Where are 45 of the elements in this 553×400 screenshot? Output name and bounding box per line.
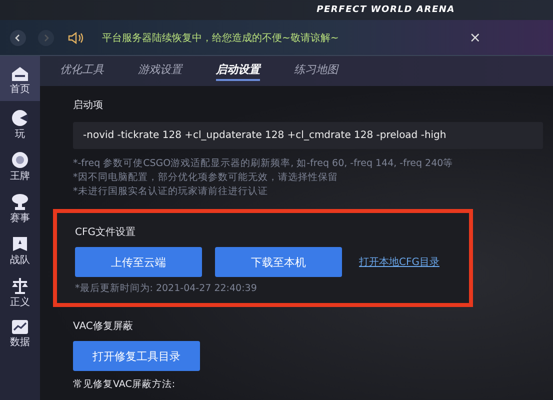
sidebar-item[interactable]: 赛事	[0, 187, 40, 227]
chart-icon	[11, 319, 29, 335]
tab[interactable]: 优化工具	[60, 62, 104, 80]
launch-options-field[interactable]: -novid -tickrate 128 +cl_updaterate 128 +cl_cmdrate 128 -preload -high	[73, 122, 543, 149]
sidebar-item[interactable]: 玩	[0, 103, 40, 143]
notice-message: 平台服务器陆续恢复中，给您造成的不便~敬请谅解~	[102, 32, 340, 44]
tab[interactable]: 练习地图	[294, 62, 338, 80]
tab[interactable]: 启动设置	[216, 62, 260, 80]
sidebar-item[interactable]: 战队	[0, 229, 40, 269]
subtitle-text: 常见修复VAC屏蔽方法:	[73, 378, 176, 391]
chevron-left-icon	[14, 34, 22, 42]
note-text: *因不同电脑配置，部分优化项参数可能无效，请选择性保留	[73, 171, 339, 185]
sidebar-item[interactable]: 首页	[0, 56, 40, 101]
sidebar-label: 玩	[15, 129, 25, 140]
section-title: VAC修复屏蔽	[73, 320, 134, 333]
note-text: *-freq 参数可使CSGO游戏适配显示器的刷新频率, 如-freq 60, -freq 144, -freq 240等	[73, 157, 454, 171]
sidebar-item[interactable]: 数据	[0, 313, 40, 351]
trophy-icon	[11, 193, 29, 211]
sidebar-item[interactable]: 正义	[0, 271, 40, 311]
action-button[interactable]: 下载至本机	[215, 247, 342, 277]
scale-icon	[11, 277, 29, 295]
chevron-right-icon	[42, 34, 50, 42]
sidebar-label: 赛事	[10, 213, 30, 224]
ace-icon	[11, 151, 29, 169]
section-title: CFG文件设置	[75, 226, 136, 239]
team-icon	[11, 235, 29, 253]
action-button[interactable]: 上传至云端	[75, 247, 202, 277]
open-folder-button[interactable]: 打开修复工具目录	[73, 341, 200, 371]
section-title: 启动项	[73, 98, 104, 112]
play-icon	[11, 109, 29, 127]
back-button[interactable]	[10, 30, 26, 46]
folder-link[interactable]: 打开本地CFG目录	[359, 255, 440, 269]
sidebar-label: 王牌	[10, 171, 30, 182]
sidebar-label: 数据	[10, 337, 30, 348]
sidebar-label: 正义	[10, 297, 30, 308]
close-button[interactable]: ×	[469, 30, 481, 46]
home-icon	[11, 66, 29, 82]
brand-logo-text: PERFECT WORLD ARENA	[316, 5, 455, 15]
last-updated-text: *最后更新时间为: 2021-04-27 22:40:39	[75, 282, 258, 295]
speaker-icon	[68, 32, 84, 44]
tab[interactable]: 游戏设置	[138, 62, 182, 80]
sidebar-label: 战队	[10, 255, 30, 266]
sidebar-item[interactable]: 王牌	[0, 145, 40, 185]
sidebar-label: 首页	[10, 84, 30, 95]
note-text: *未进行国服实名认证的玩家请前往进行认证	[73, 185, 269, 199]
